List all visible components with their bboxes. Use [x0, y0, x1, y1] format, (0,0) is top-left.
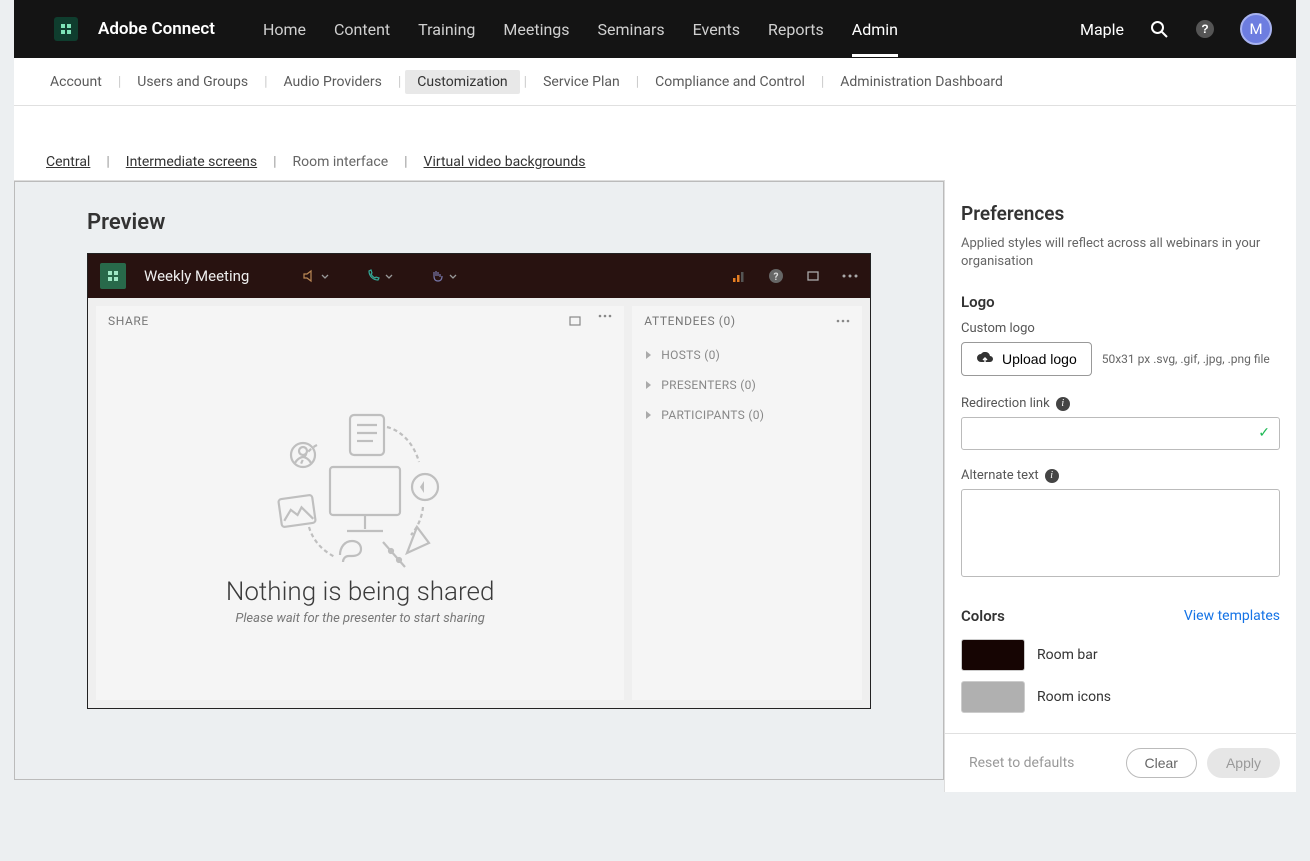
colors-section-title: Colors	[961, 607, 1005, 625]
tab-room-interface[interactable]: Room interface	[285, 154, 397, 170]
brand: Adobe Connect	[54, 17, 215, 41]
signal-icon	[732, 269, 746, 283]
nav-home[interactable]: Home	[263, 2, 306, 57]
preview-title: Preview	[87, 210, 871, 235]
custom-logo-label: Custom logo	[961, 321, 1280, 336]
room-right-icons: ?	[732, 268, 858, 284]
subnav-audio-providers[interactable]: Audio Providers	[271, 70, 393, 94]
avatar[interactable]: M	[1240, 13, 1272, 45]
preferences-footer: Reset to defaults Clear Apply	[945, 733, 1296, 792]
nav-reports[interactable]: Reports	[768, 2, 824, 57]
attendee-group[interactable]: PARTICIPANTS (0)	[632, 400, 862, 430]
chevron-right-icon	[646, 381, 651, 389]
pod-menu-icon	[598, 314, 612, 328]
subnav-account[interactable]: Account	[38, 70, 114, 94]
attendee-group[interactable]: HOSTS (0)	[632, 340, 862, 370]
attendee-group[interactable]: PRESENTERS (0)	[632, 370, 862, 400]
chevron-right-icon	[646, 411, 651, 419]
subnav-administration-dashboard[interactable]: Administration Dashboard	[828, 70, 1015, 94]
more-icon	[842, 274, 858, 278]
room-left-icons	[301, 268, 457, 284]
primary-nav: Home Content Training Meetings Seminars Event…	[263, 2, 898, 57]
room-help-icon: ?	[768, 268, 784, 284]
preferences-description: Applied styles will reflect across all w…	[961, 235, 1280, 271]
attendee-group-label: HOSTS (0)	[661, 348, 720, 362]
share-pod: SHARE	[96, 306, 624, 700]
speaker-icon	[301, 268, 329, 284]
current-user-name[interactable]: Maple	[1080, 20, 1124, 39]
room-logo-icon	[100, 263, 126, 289]
brand-name: Adobe Connect	[98, 19, 215, 39]
top-right: Maple ? M	[1080, 13, 1272, 45]
info-icon[interactable]: i	[1045, 469, 1059, 483]
color-swatch[interactable]	[961, 639, 1025, 671]
nav-training[interactable]: Training	[418, 2, 475, 57]
tab-virtual-video-backgrounds[interactable]: Virtual video backgrounds	[416, 154, 594, 170]
attendees-pod-title: ATTENDEES (0)	[644, 314, 735, 328]
share-illustration-icon	[265, 407, 455, 577]
help-icon[interactable]: ?	[1194, 18, 1216, 40]
view-templates-link[interactable]: View templates	[1184, 608, 1280, 624]
nav-content[interactable]: Content	[334, 2, 390, 57]
chevron-right-icon	[646, 351, 651, 359]
workspace: Preview Weekly Meeting	[14, 180, 1296, 792]
subnav-customization[interactable]: Customization	[405, 70, 519, 94]
nav-admin[interactable]: Admin	[852, 2, 898, 57]
room-preview: Weekly Meeting	[87, 253, 871, 709]
logo-section-title: Logo	[961, 293, 1280, 311]
check-icon: ✓	[1258, 425, 1270, 441]
pod-fullscreen-icon	[568, 314, 582, 328]
preferences-title: Preferences	[961, 202, 1280, 225]
share-empty-subtitle: Please wait for the presenter to start s…	[235, 611, 485, 626]
upload-logo-button[interactable]: Upload logo	[961, 342, 1092, 376]
attendee-group-label: PRESENTERS (0)	[661, 378, 756, 392]
subnav-compliance-and-control[interactable]: Compliance and Control	[643, 70, 817, 94]
search-icon[interactable]	[1148, 18, 1170, 40]
svg-text:?: ?	[1201, 22, 1208, 36]
attendees-pod: ATTENDEES (0) HOSTS (0) PRESENTERS (0) PAR…	[632, 306, 862, 700]
apply-button[interactable]: Apply	[1207, 748, 1280, 778]
upload-icon	[976, 352, 994, 366]
redirect-input[interactable]	[961, 417, 1280, 450]
color-swatch[interactable]	[961, 681, 1025, 713]
color-row: Room icons	[961, 681, 1280, 713]
preferences-panel: Preferences Applied styles will reflect …	[944, 180, 1296, 792]
subnav-service-plan[interactable]: Service Plan	[531, 70, 632, 94]
hand-icon	[429, 268, 457, 284]
share-empty-title: Nothing is being shared	[226, 577, 495, 607]
phone-icon	[365, 268, 393, 284]
pod-menu-icon	[836, 319, 850, 323]
upload-hint: 50x31 px .svg, .gif, .jpg, .png file	[1102, 352, 1270, 366]
color-row: Room bar	[961, 639, 1280, 671]
nav-events[interactable]: Events	[693, 2, 740, 57]
share-pod-title: SHARE	[108, 314, 149, 328]
clear-button[interactable]: Clear	[1126, 748, 1197, 778]
nav-meetings[interactable]: Meetings	[503, 2, 569, 57]
top-nav: Adobe Connect Home Content Training Meeting…	[14, 0, 1296, 58]
alt-text-input[interactable]	[961, 489, 1280, 577]
attendee-group-label: PARTICIPANTS (0)	[661, 408, 764, 422]
customization-tabs: Central|Intermediate screens|Room interf…	[14, 106, 1296, 180]
subnav-users-and-groups[interactable]: Users and Groups	[125, 70, 260, 94]
preview-column: Preview Weekly Meeting	[14, 180, 944, 792]
reset-defaults-link[interactable]: Reset to defaults	[969, 755, 1074, 771]
color-label: Room bar	[1037, 647, 1098, 663]
alt-text-label: Alternate text i	[961, 468, 1280, 483]
app-logo-icon	[54, 17, 78, 41]
tab-central[interactable]: Central	[38, 154, 98, 170]
fullscreen-icon	[806, 269, 820, 283]
info-icon[interactable]: i	[1056, 397, 1070, 411]
redirect-label: Redirection link i	[961, 396, 1280, 411]
room-title: Weekly Meeting	[144, 267, 249, 285]
color-label: Room icons	[1037, 689, 1111, 705]
nav-seminars[interactable]: Seminars	[598, 2, 665, 57]
tab-intermediate-screens[interactable]: Intermediate screens	[118, 154, 265, 170]
room-bar: Weekly Meeting	[88, 254, 870, 298]
svg-text:?: ?	[774, 272, 779, 283]
admin-subnav: Account|Users and Groups|Audio Providers…	[14, 58, 1296, 106]
